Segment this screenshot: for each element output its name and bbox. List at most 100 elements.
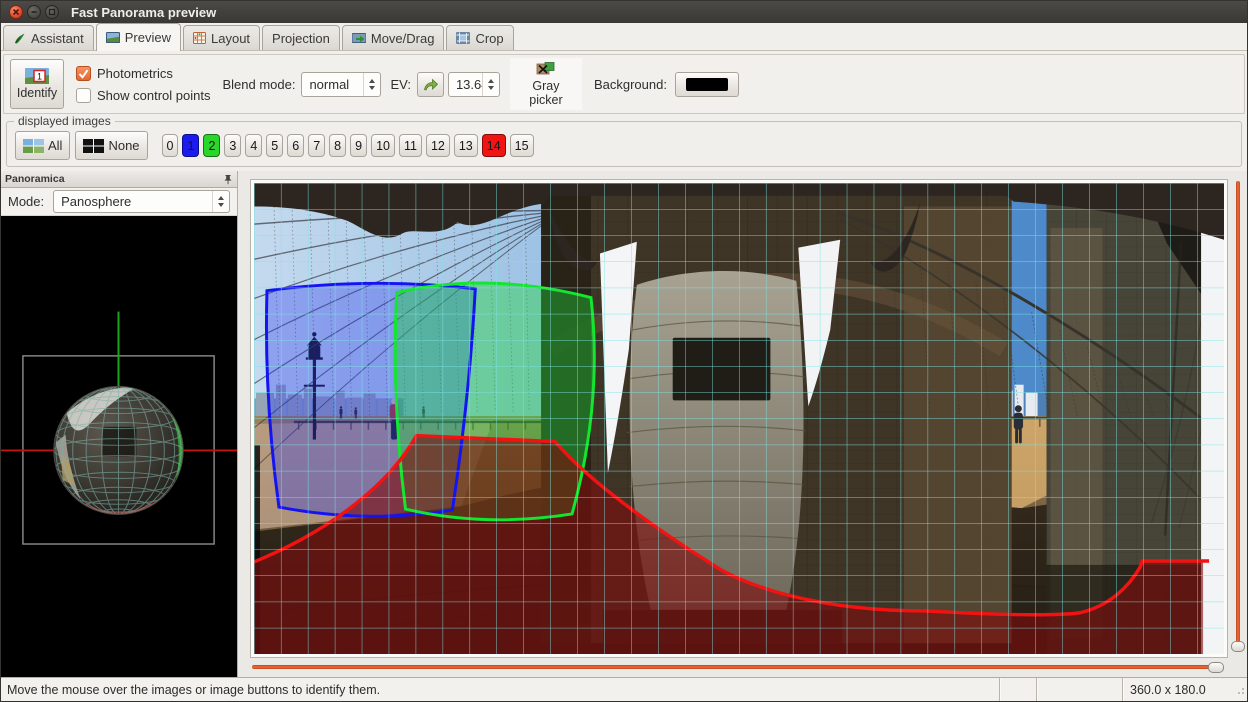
none-images-icon [83, 139, 104, 153]
spin-up-icon [369, 79, 375, 83]
image-button-7[interactable]: 7 [308, 134, 325, 157]
status-message: Move the mouse over the images or image … [1, 683, 999, 697]
image-button-1[interactable]: 1 [182, 134, 199, 157]
blend-mode-spinner[interactable] [363, 73, 380, 96]
image-button-5[interactable]: 5 [266, 134, 283, 157]
background-swatch [686, 78, 728, 91]
displayed-images-group: displayed images All None 0 1 2 3 4 5 6 … [6, 121, 1242, 167]
tab-layout[interactable]: Layout [183, 25, 260, 50]
spin-up-icon [488, 79, 494, 83]
resize-grip[interactable] [1235, 685, 1245, 695]
mode-value: Panosphere [54, 194, 212, 209]
panoramica-dock: Panoramica Mode: Panosphere [1, 171, 238, 677]
preview-icon [106, 32, 120, 43]
assistant-icon [13, 32, 26, 45]
tab-bar: Assistant Preview Layout Projection Move… [1, 23, 1247, 51]
show-control-points-label: Show control points [97, 88, 210, 103]
mode-select[interactable]: Panosphere [53, 190, 230, 213]
titlebar: Fast Panorama preview [1, 1, 1247, 23]
move-drag-icon [352, 32, 366, 44]
spin-up-icon [218, 196, 224, 200]
close-button[interactable] [9, 5, 23, 19]
tab-crop[interactable]: Crop [446, 25, 513, 50]
ev-spin-field[interactable]: 13.64 [448, 72, 500, 97]
gray-picker-button[interactable]: Gray picker [510, 58, 582, 110]
tab-projection[interactable]: Projection [262, 25, 340, 50]
vertical-pan-slider[interactable] [1230, 179, 1246, 658]
background-label: Background: [594, 77, 667, 92]
panosphere-canvas[interactable] [1, 216, 237, 677]
panoramica-header: Panoramica [1, 171, 237, 188]
ev-spinner[interactable] [482, 73, 499, 96]
horizontal-slider-handle[interactable] [1208, 662, 1224, 673]
image-button-12[interactable]: 12 [426, 134, 450, 157]
identify-label: Identify [17, 86, 57, 100]
tab-move-drag[interactable]: Move/Drag [342, 25, 445, 50]
show-control-points-checkbox[interactable] [76, 88, 91, 103]
maximize-button[interactable] [45, 5, 59, 19]
gray-picker-icon [536, 61, 556, 77]
mode-row: Mode: Panosphere [1, 188, 237, 216]
horizontal-slider-track[interactable] [252, 665, 1212, 669]
image-button-13[interactable]: 13 [454, 134, 478, 157]
crop-icon [456, 32, 470, 44]
all-images-icon [23, 139, 44, 153]
image-number-buttons: 0 1 2 3 4 5 6 7 8 9 10 11 12 13 14 15 [162, 134, 534, 157]
panorama-scene [254, 183, 1224, 654]
minimize-button[interactable] [27, 5, 41, 19]
maximize-icon [48, 8, 56, 16]
panorama-canvas[interactable] [250, 179, 1228, 658]
tab-label: Move/Drag [371, 31, 435, 46]
svg-text:1: 1 [37, 72, 42, 82]
none-images-button[interactable]: None [75, 131, 147, 160]
panoramica-title: Panoramica [5, 173, 65, 185]
panosphere-scene [1, 216, 237, 677]
image-button-9[interactable]: 9 [350, 134, 367, 157]
displayed-images-label: displayed images [14, 114, 115, 128]
image-button-3[interactable]: 3 [224, 134, 241, 157]
blend-mode-label: Blend mode: [222, 77, 295, 92]
projection-grid-overlay [254, 183, 1224, 654]
layout-icon [193, 32, 206, 44]
canvas-size-field: 360.0 x 180.0 [1123, 683, 1235, 697]
tab-preview[interactable]: Preview [96, 23, 181, 51]
image-button-10[interactable]: 10 [371, 134, 395, 157]
horizontal-pan-slider[interactable] [250, 660, 1228, 675]
preview-toolbar: 1 Identify Photometrics Show control poi… [3, 54, 1245, 114]
main-area: Panoramica Mode: Panosphere [1, 171, 1247, 677]
photometrics-row[interactable]: Photometrics [76, 66, 210, 81]
statusbar-divider [999, 678, 1000, 701]
status-bar: Move the mouse over the images or image … [1, 677, 1247, 701]
tab-assistant[interactable]: Assistant [3, 25, 94, 50]
vertical-slider-handle[interactable] [1231, 641, 1245, 652]
mode-spinner[interactable] [212, 191, 229, 212]
statusbar-divider [1036, 678, 1037, 701]
image-button-6[interactable]: 6 [287, 134, 304, 157]
mode-label: Mode: [8, 194, 44, 209]
ev-reset-button[interactable] [417, 72, 444, 97]
image-button-2[interactable]: 2 [203, 134, 220, 157]
blend-mode-select[interactable]: normal [301, 72, 381, 97]
background-color-button[interactable] [675, 72, 739, 97]
close-icon [12, 8, 20, 16]
image-button-15[interactable]: 15 [510, 134, 534, 157]
all-images-button[interactable]: All [15, 131, 70, 160]
tab-label: Crop [475, 31, 503, 46]
tab-label: Assistant [31, 31, 84, 46]
image-button-14[interactable]: 14 [482, 134, 506, 157]
none-label: None [108, 138, 139, 153]
vertical-slider-track[interactable] [1236, 181, 1240, 650]
identify-button[interactable]: 1 Identify [10, 59, 64, 109]
tab-label: Preview [125, 30, 171, 45]
show-control-points-row[interactable]: Show control points [76, 88, 210, 103]
image-button-11[interactable]: 11 [399, 134, 422, 157]
ev-label: EV: [390, 77, 410, 92]
blend-mode-value: normal [302, 77, 363, 92]
tab-label: Projection [272, 31, 330, 46]
preview-panel [238, 171, 1247, 677]
image-button-4[interactable]: 4 [245, 134, 262, 157]
image-button-8[interactable]: 8 [329, 134, 346, 157]
image-button-0[interactable]: 0 [162, 134, 179, 157]
pin-icon[interactable] [223, 174, 233, 185]
photometrics-checkbox[interactable] [76, 66, 91, 81]
